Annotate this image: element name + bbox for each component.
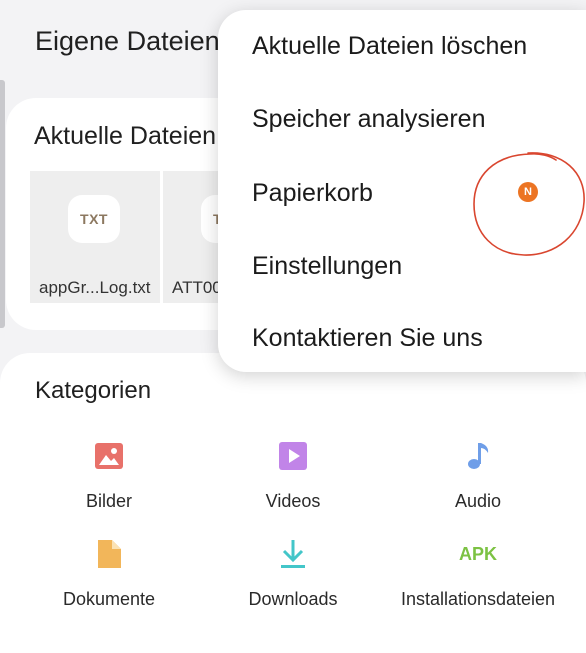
image-icon — [95, 443, 123, 469]
file-name: appGr...Log.txt — [39, 278, 151, 297]
recent-files-title: Aktuelle Dateien — [34, 122, 217, 150]
music-note-icon — [468, 443, 489, 469]
category-label: Bilder — [85, 491, 133, 511]
menu-item-trash[interactable]: Papierkorb — [252, 179, 373, 208]
apk-icon: APK — [459, 544, 497, 564]
category-installation-files[interactable]: APK Installationsdateien — [383, 539, 573, 610]
download-icon — [281, 540, 305, 568]
categories-card: Kategorien Bilder Videos Audio Dokumente… — [0, 353, 586, 653]
category-downloads[interactable]: Downloads — [198, 539, 388, 610]
categories-title: Kategorien — [35, 377, 152, 404]
recent-file-tile[interactable]: TXT appGr...Log.txt — [30, 171, 160, 303]
menu-item-analyze-storage[interactable]: Speicher analysieren — [252, 105, 485, 134]
menu-item-settings[interactable]: Einstellungen — [252, 252, 402, 281]
page-title: Eigene Dateien — [35, 26, 220, 56]
category-images[interactable]: Bilder — [14, 441, 204, 512]
category-documents[interactable]: Dokumente — [14, 539, 204, 610]
video-icon — [279, 442, 307, 470]
category-label: Downloads — [248, 589, 338, 609]
document-icon — [98, 540, 121, 568]
category-audio[interactable]: Audio — [383, 441, 573, 512]
category-label: Videos — [265, 491, 321, 511]
annotation-circle — [473, 152, 585, 256]
category-label: Audio — [454, 491, 502, 511]
svg-text:APK: APK — [459, 544, 497, 564]
category-videos[interactable]: Videos — [198, 441, 388, 512]
scroll-edge-indicator — [0, 80, 5, 328]
category-label: Installationsdateien — [400, 589, 556, 609]
menu-item-clear-recent[interactable]: Aktuelle Dateien löschen — [252, 32, 527, 61]
txt-file-icon: TXT — [68, 195, 120, 243]
category-label: Dokumente — [62, 589, 156, 609]
menu-item-contact-us[interactable]: Kontaktieren Sie uns — [252, 324, 483, 353]
